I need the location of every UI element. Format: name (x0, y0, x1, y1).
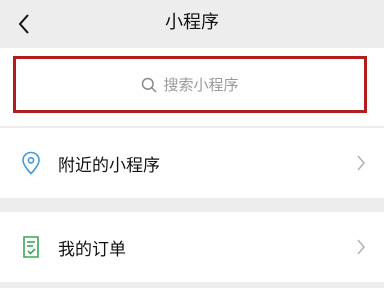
orders-label: 我的订单 (58, 239, 126, 260)
chevron-right-icon (354, 153, 368, 173)
nav-bar: 小程序 (0, 0, 384, 46)
search-inner: 搜索小程序 (141, 74, 239, 95)
search-placeholder: 搜索小程序 (163, 76, 239, 94)
nearby-label: 附近的小程序 (58, 155, 160, 176)
search-section: 搜索小程序 (0, 48, 384, 126)
order-document-icon (18, 234, 44, 260)
search-input[interactable]: 搜索小程序 (13, 56, 367, 113)
location-pin-icon (18, 150, 44, 176)
list-item-my-orders[interactable]: 我的订单 (0, 212, 384, 282)
chevron-right-icon (354, 237, 368, 257)
search-icon (142, 77, 157, 92)
list-item-nearby-mini-programs[interactable]: 附近的小程序 (0, 128, 384, 198)
back-button[interactable] (8, 8, 40, 40)
page-title: 小程序 (165, 12, 219, 33)
chevron-left-icon (18, 14, 29, 34)
